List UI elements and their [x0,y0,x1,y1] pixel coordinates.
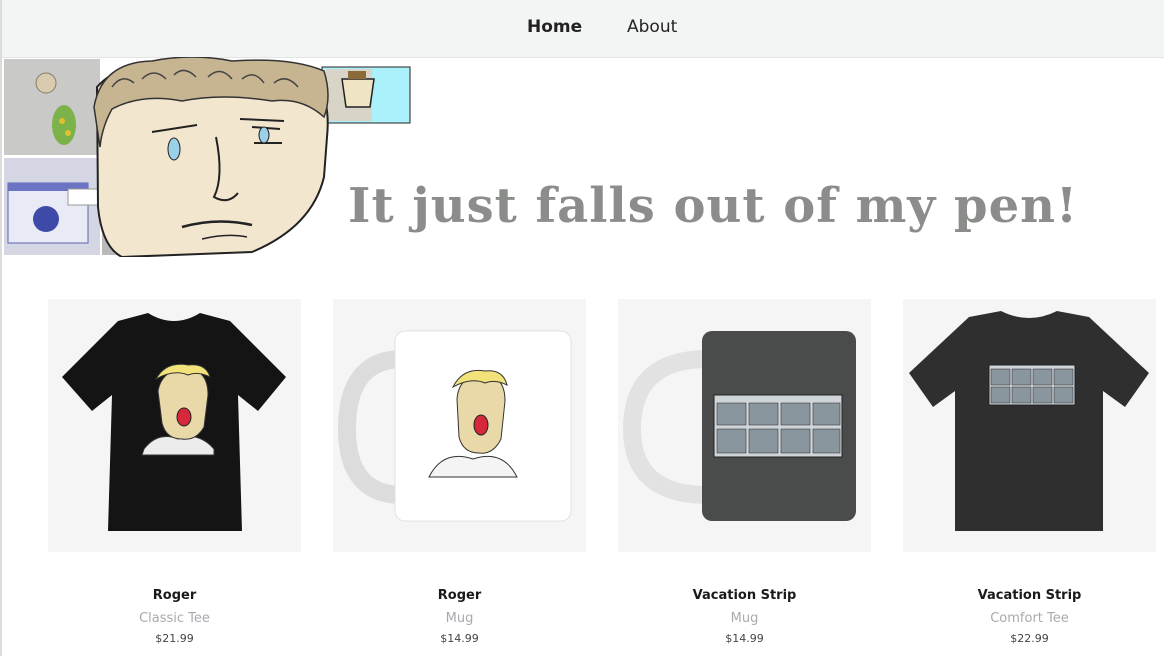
sketch-tile-character [4,59,100,155]
product-type: Classic Tee [139,611,210,626]
product-image-gray-mug[interactable] [618,299,871,552]
hero-tagline: It just falls out of my pen! [348,178,1079,234]
product-name[interactable]: Vacation Strip [903,588,1156,603]
product-type: Mug [730,611,759,626]
sketch-tile-computer [4,158,100,255]
product-name[interactable]: Roger [333,588,586,603]
nav-home-link[interactable]: Home [527,17,582,37]
product-card-roger-mug[interactable]: Roger Mug $14.99 [333,299,586,645]
product-type: Comfort Tee [990,611,1069,626]
product-name[interactable]: Vacation Strip [618,588,871,603]
product-name[interactable]: Roger [48,588,301,603]
sketch-face-drawing [93,57,329,257]
mug-icon [622,331,856,521]
tshirt-icon [62,313,286,531]
product-image-white-mug[interactable] [333,299,586,552]
product-price: $14.99 [725,632,764,645]
nav-about-link[interactable]: About [627,17,677,37]
product-image-black-tee[interactable] [48,299,301,552]
product-price: $14.99 [440,632,479,645]
product-card-vacation-strip-comfort-tee[interactable]: Vacation Strip Comfort Tee $22.99 [903,299,1156,645]
product-price: $21.99 [155,632,194,645]
top-nav-bar: Home About [2,0,1164,58]
sketch-tile-cyan [321,66,411,124]
product-price: $22.99 [1010,632,1049,645]
product-card-vacation-strip-mug[interactable]: Vacation Strip Mug $14.99 [618,299,871,645]
product-type: Mug [445,611,474,626]
product-image-dark-tee[interactable] [903,299,1156,552]
mug-icon [337,330,572,522]
product-card-roger-classic-tee[interactable]: Roger Classic Tee $21.99 [48,299,301,645]
tshirt-icon [909,311,1149,531]
